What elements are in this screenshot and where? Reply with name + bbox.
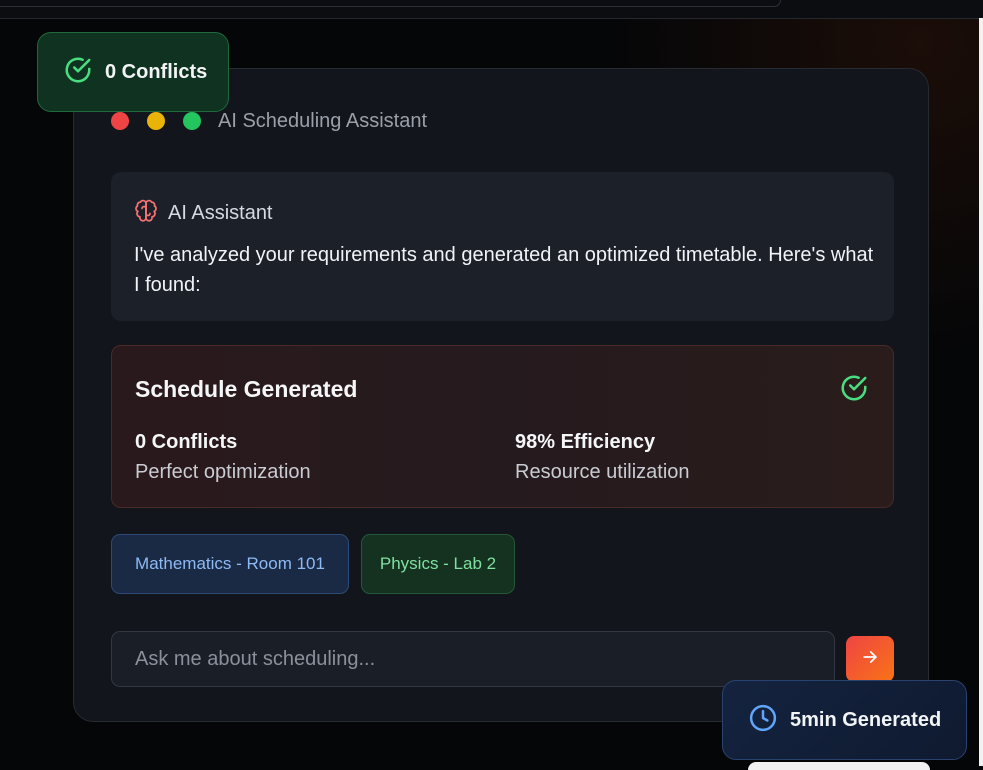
- check-circle-icon: [63, 55, 93, 90]
- browser-top-bar-segment: [0, 0, 781, 7]
- conflicts-badge-text: 0 Conflicts: [105, 60, 208, 83]
- send-button[interactable]: [846, 636, 894, 682]
- arrow-right-icon: [860, 647, 880, 672]
- maximize-dot[interactable]: [183, 112, 201, 130]
- chat-input[interactable]: [112, 632, 834, 686]
- class-chip-physics[interactable]: Physics - Lab 2: [361, 534, 515, 594]
- close-dot[interactable]: [111, 112, 129, 130]
- conflicts-badge: 0 Conflicts: [37, 32, 229, 112]
- minimize-dot[interactable]: [147, 112, 165, 130]
- class-chip-mathematics[interactable]: Mathematics - Room 101: [111, 534, 349, 594]
- browser-top-bar: [0, 0, 983, 19]
- window-controls: [111, 112, 201, 130]
- efficiency-stat: 98% Efficiency Resource utilization: [515, 429, 690, 489]
- assistant-message: I've analyzed your requirements and gene…: [134, 244, 874, 296]
- chat-input-container: [111, 631, 835, 687]
- page-edge: [979, 18, 983, 766]
- window-title: AI Scheduling Assistant: [218, 110, 428, 132]
- efficiency-caption: Resource utilization: [515, 461, 690, 483]
- conflicts-value: 0 Conflicts: [135, 431, 238, 453]
- clock-icon: [748, 703, 778, 738]
- brain-icon: [134, 199, 158, 228]
- assistant-header: AI Assistant: [134, 199, 273, 228]
- conflicts-stat: 0 Conflicts Perfect optimization: [135, 429, 311, 489]
- generated-time-badge: 5min Generated: [722, 680, 967, 760]
- efficiency-value: 98% Efficiency: [515, 431, 656, 453]
- check-circle-icon: [839, 373, 869, 408]
- generated-badge-text: 5min Generated: [790, 708, 942, 731]
- next-element-edge: [748, 762, 930, 770]
- assistant-message-box: AI Assistant I've analyzed your requirem…: [111, 172, 894, 321]
- assistant-window: AI Scheduling Assistant AI Assistant I'v…: [73, 68, 929, 722]
- assistant-name: AI Assistant: [168, 202, 273, 224]
- schedule-result-card: Schedule Generated 0 Conflicts Perfect o…: [111, 345, 894, 508]
- schedule-title: Schedule Generated: [135, 376, 358, 402]
- conflicts-caption: Perfect optimization: [135, 461, 311, 483]
